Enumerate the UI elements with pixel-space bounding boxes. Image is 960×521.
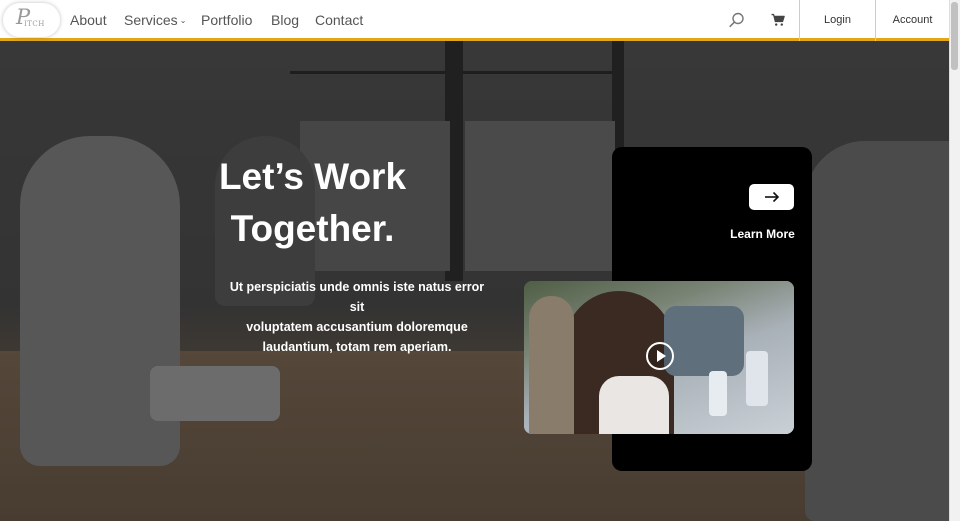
hero-headline-line2: Together. <box>230 208 395 249</box>
nav-link-blog[interactable]: Blog <box>271 12 299 28</box>
learn-more-link[interactable]: Learn More <box>720 227 805 241</box>
play-icon[interactable] <box>645 341 675 371</box>
hero-subtext-line1: Ut perspiciatis unde omnis iste natus er… <box>229 280 485 314</box>
video-chair <box>664 306 744 376</box>
hero-headline: Let’s Work Together. <box>180 151 445 255</box>
logo-text: ITCH <box>24 20 45 28</box>
search-icon[interactable] <box>729 12 745 28</box>
cart-icon[interactable] <box>771 13 785 27</box>
hero-subtext-line3: laudantium, totam rem aperiam. <box>262 340 452 354</box>
nav-link-contact[interactable]: Contact <box>315 12 363 28</box>
login-button[interactable]: Login <box>799 0 875 41</box>
video-person-shirt <box>599 376 669 434</box>
account-button[interactable]: Account <box>875 0 949 41</box>
nav-link-services-label: Services <box>124 12 178 28</box>
video-bottle <box>709 371 727 416</box>
chevron-down-icon: ⌄ <box>179 16 187 25</box>
scrollbar-thumb[interactable] <box>951 2 958 70</box>
hero-subtext: Ut perspiciatis unde omnis iste natus er… <box>222 277 492 357</box>
hero-headline-line1: Let’s Work <box>218 156 407 197</box>
arrow-button[interactable] <box>749 184 794 210</box>
site-logo[interactable]: P ITCH <box>3 3 60 37</box>
nav-link-portfolio[interactable]: Portfolio <box>201 12 252 28</box>
top-navbar: P ITCH About Services ⌄ Portfolio Blog Co… <box>0 0 949 41</box>
video-person-left <box>529 296 574 434</box>
hero-section: Let’s Work Together. Ut perspiciatis und… <box>0 41 949 521</box>
nav-link-about[interactable]: About <box>70 12 107 28</box>
video-bottle-2 <box>746 351 768 406</box>
hero-subtext-line2: voluptatem accusantium doloremque <box>246 320 468 334</box>
arrow-right-icon <box>765 191 780 203</box>
page-scrollbar[interactable] <box>949 0 960 521</box>
nav-link-services[interactable]: Services ⌄ <box>124 12 186 28</box>
